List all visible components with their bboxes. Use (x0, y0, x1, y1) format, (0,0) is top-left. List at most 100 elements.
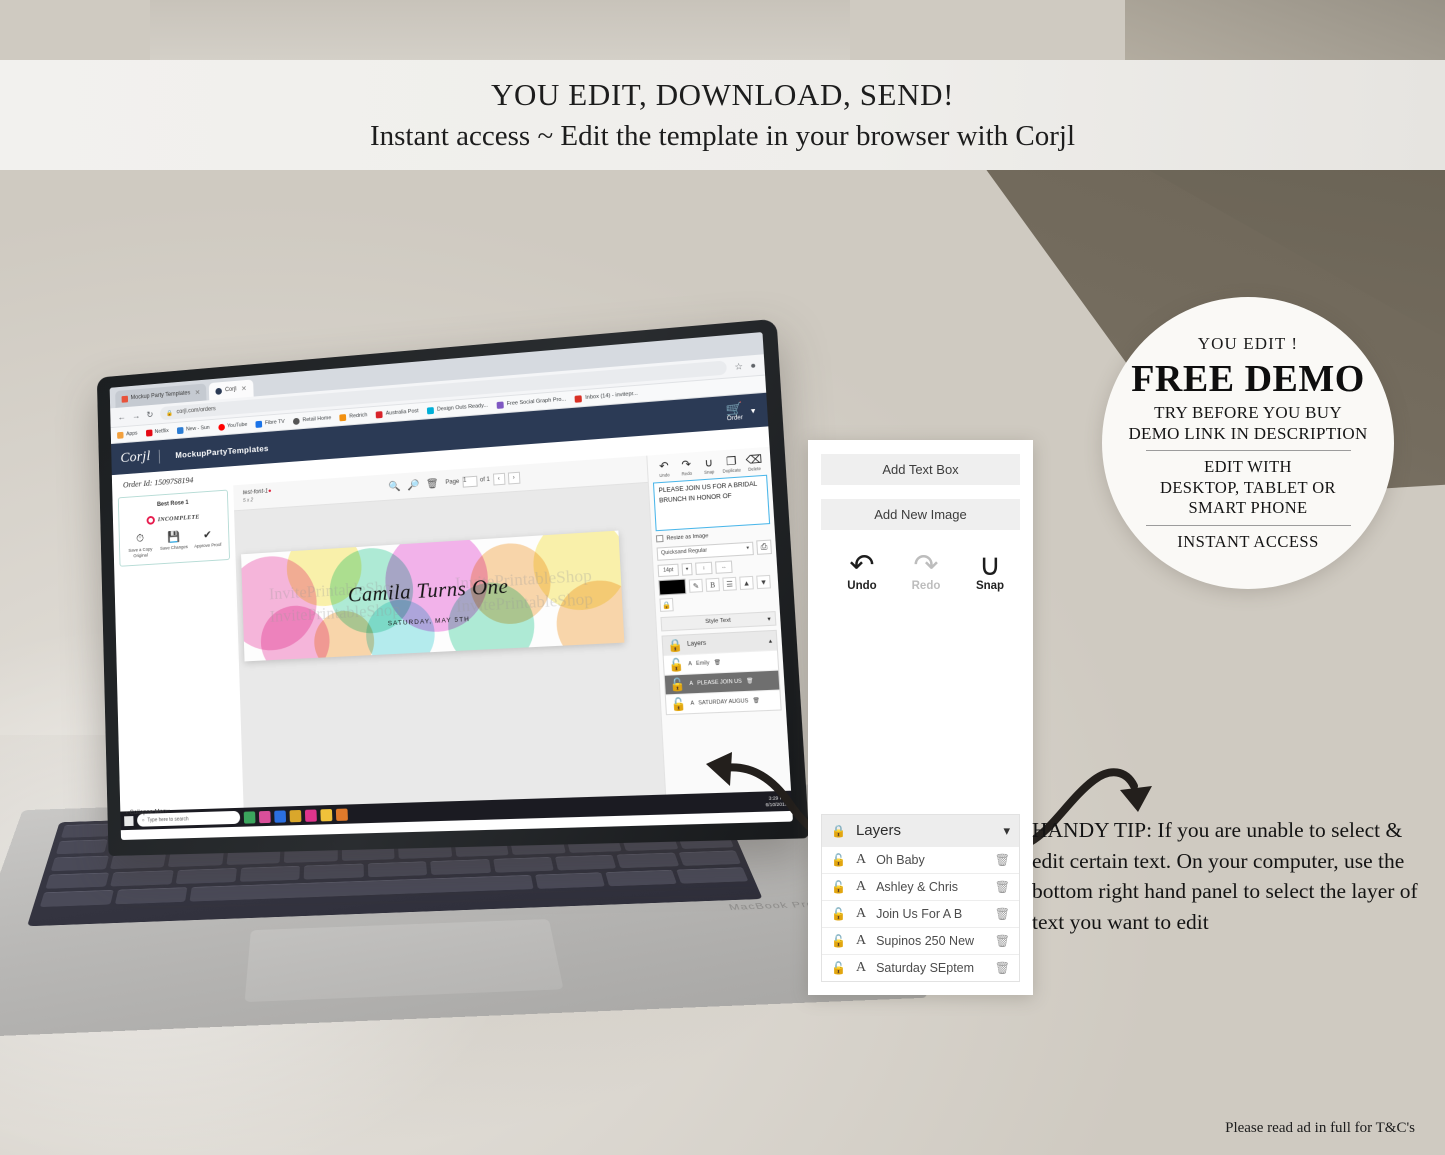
add-new-image-button[interactable]: Add New Image (821, 499, 1020, 530)
layers-title: Layers (686, 640, 707, 648)
bookmark-item[interactable]: Retail Home (293, 415, 331, 425)
text-edit-field[interactable]: PLEASE JOIN US FOR A BRIDAL BRUNCH IN HO… (652, 474, 771, 532)
trash-icon[interactable]: 🗑 (995, 880, 1010, 894)
eyedropper-icon[interactable]: ✎ (688, 578, 704, 593)
font-size-stepper[interactable]: ▾ (681, 562, 693, 576)
unlock-icon[interactable]: 🔓 (831, 934, 846, 948)
bookmark-item[interactable]: Netflix (145, 428, 169, 437)
unlock-icon[interactable]: 🔓 (831, 961, 846, 975)
taskbar-icon[interactable] (289, 809, 302, 822)
layer-row[interactable]: 🔓 A SATURDAY AUGUS 🗑 (665, 689, 781, 715)
bookmark-favicon (375, 410, 383, 418)
order-button-label: Order (726, 414, 744, 423)
unlock-icon[interactable]: 🔓 (670, 697, 687, 712)
star-icon[interactable]: ☆ (734, 361, 743, 373)
order-card[interactable]: Best Rose 1 INCOMPLETE ⏱ Save a Copy Ori… (117, 489, 231, 567)
undo-button[interactable]: ↶ Undo (841, 550, 883, 593)
lock-button[interactable]: 🔒 (659, 597, 674, 612)
close-icon[interactable]: ✕ (241, 385, 247, 393)
unlock-icon[interactable]: 🔓 (831, 880, 846, 894)
font-size-select[interactable]: 14pt (657, 563, 680, 578)
letter-spacing-button[interactable]: ↔ (715, 560, 733, 574)
layer-up-button[interactable]: ▲ (739, 575, 754, 591)
layer-row[interactable]: 🔓 A Oh Baby 🗑 (822, 846, 1019, 873)
approve-proof-button[interactable]: ✔ Approve Proof (192, 527, 224, 554)
order-button[interactable]: 🛒 Order (725, 401, 744, 423)
taskbar-icon[interactable] (304, 808, 317, 822)
line-height-button[interactable]: ↕ (695, 561, 713, 575)
snap-button[interactable]: ∪ Snap (697, 457, 720, 476)
browser-tab-1[interactable]: Corjl ✕ (209, 379, 254, 401)
forward-icon[interactable]: → (132, 411, 140, 421)
font-family-select[interactable]: Quicksand Regular ▾ (656, 541, 754, 561)
zoom-in-icon[interactable]: 🔍 (388, 481, 401, 493)
trash-icon[interactable]: 🗑 (752, 698, 759, 705)
bold-button[interactable]: B (705, 577, 720, 592)
bookmark-item[interactable]: Free Social Graph Pro... (496, 396, 567, 409)
layer-row[interactable]: 🔓 A Join Us For A B 🗑 (822, 900, 1019, 927)
save-changes-button[interactable]: 💾 Save Changes (158, 530, 190, 557)
trash-icon[interactable]: 🗑 (995, 934, 1010, 948)
unlock-icon[interactable]: 🔓 (831, 853, 846, 867)
close-icon[interactable]: ✕ (195, 389, 201, 397)
bookmark-item[interactable]: Inbox (14) - invitepr... (574, 390, 638, 403)
undo-button[interactable]: ↶ Undo (653, 460, 676, 479)
font-download-button[interactable]: ⎙ (756, 539, 773, 555)
add-text-box-button[interactable]: Add Text Box (821, 454, 1020, 485)
taskbar-icon[interactable] (243, 810, 256, 824)
trash-icon[interactable]: 🗑 (746, 678, 753, 685)
bookmark-label: Design Outs Ready... (436, 402, 489, 413)
layer-down-button[interactable]: ▼ (756, 574, 771, 590)
duplicate-button[interactable]: ❐ Duplicate (720, 455, 743, 474)
align-button[interactable]: ☰ (722, 576, 737, 591)
next-page-button[interactable]: › (507, 471, 521, 485)
trash-icon[interactable]: 🗑 (995, 907, 1010, 921)
back-icon[interactable]: ← (117, 412, 125, 422)
corjl-logo[interactable]: Corjl (120, 449, 150, 467)
snap-button[interactable]: ∪ Snap (969, 550, 1011, 593)
trash-icon[interactable]: 🗑 (426, 478, 439, 490)
prev-page-button[interactable]: ‹ (492, 472, 506, 486)
delete-button[interactable]: ⌫ Delete (742, 453, 765, 472)
chevron-up-icon[interactable]: ▴ (769, 637, 773, 644)
save-copy-label: Save a Copy Original (128, 546, 153, 558)
layer-row[interactable]: 🔓 A Ashley & Chris 🗑 (822, 873, 1019, 900)
trash-icon[interactable]: 🗑 (714, 660, 721, 667)
taskbar-icon[interactable] (320, 808, 333, 821)
bookmark-item[interactable]: Design Outs Ready... (427, 402, 488, 414)
bookmark-item[interactable]: New - Sun (176, 424, 210, 434)
badge-divider (1145, 524, 1351, 526)
bookmark-item[interactable]: Redrich (339, 412, 368, 421)
layer-row[interactable]: 🔓 A Supinos 250 New 🗑 (822, 927, 1019, 954)
trash-icon[interactable]: 🗑 (995, 961, 1010, 975)
bookmark-item[interactable]: Fibre TV (255, 418, 285, 428)
windows-start-icon[interactable] (124, 815, 134, 826)
chevron-down-icon[interactable]: ▼ (749, 406, 757, 415)
save-copy-button[interactable]: ⏱ Save a Copy Original (125, 532, 157, 559)
unlock-icon[interactable]: 🔓 (831, 907, 846, 921)
bookmark-item[interactable]: Australia Post (375, 408, 419, 418)
taskbar-icon[interactable] (258, 810, 271, 823)
unlock-icon[interactable]: 🔓 (668, 657, 684, 672)
bookmark-label: Fibre TV (264, 418, 285, 427)
zoom-out-icon[interactable]: 🔎 (407, 479, 420, 491)
unlock-icon[interactable]: 🔓 (669, 677, 686, 692)
trash-icon[interactable]: 🗑 (995, 853, 1010, 867)
bookmark-item[interactable]: Apps (117, 430, 138, 439)
text-color-swatch[interactable] (658, 578, 687, 596)
chevron-down-icon[interactable]: ▾ (1003, 823, 1010, 839)
profile-icon[interactable]: ● (750, 360, 756, 371)
design-preview[interactable]: InvitePrintableShop InvitePrintableShop … (241, 530, 625, 662)
layers-panel-header[interactable]: 🔒 Layers ▾ (822, 815, 1019, 846)
reload-icon[interactable]: ↻ (146, 409, 153, 420)
taskbar-icon[interactable] (335, 808, 348, 821)
checkbox-icon (655, 534, 664, 543)
layer-row[interactable]: 🔓 A Saturday SEptem 🗑 (822, 954, 1019, 981)
taskbar-icon[interactable] (274, 809, 287, 823)
redo-button[interactable]: ↷ Redo (675, 458, 698, 477)
bookmark-item[interactable]: YouTube (217, 421, 248, 431)
style-text-accordion[interactable]: Style Text ▾ (660, 611, 777, 632)
page-number-input[interactable]: 1 (461, 475, 478, 488)
redo-button[interactable]: ↷ Redo (905, 550, 947, 593)
laptop-mockup: MacBook Pro Mockup Party Templates ✕ Cor… (0, 318, 929, 1135)
